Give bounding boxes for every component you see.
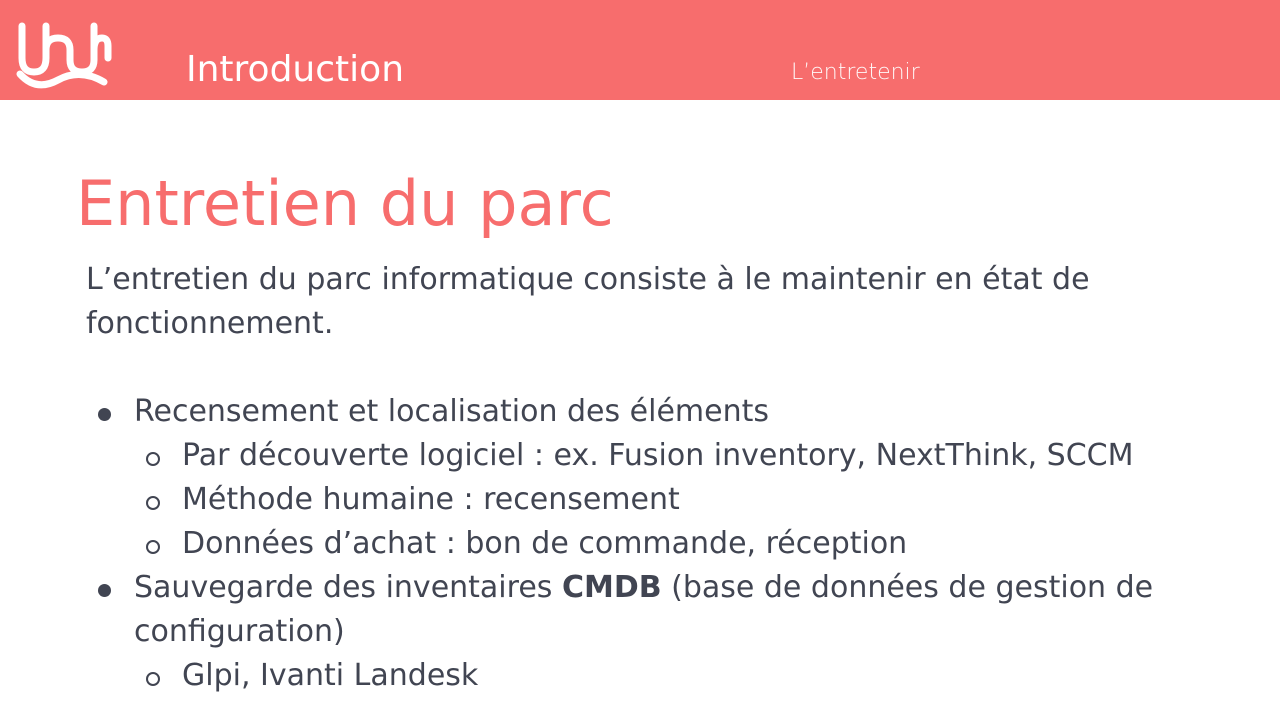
slide-header: Introduction L’entretenir — [0, 0, 1280, 100]
intro-paragraph: L’entretien du parc informatique consist… — [86, 262, 1090, 341]
sub-list-item: Glpi, Ivanti Landesk — [86, 654, 1206, 698]
list-item: Recensement et localisation des éléments — [86, 390, 1206, 434]
sub-list-item: Méthode humaine : recensement — [86, 478, 1206, 522]
sub-list-item: Données d’achat : bon de commande, récep… — [86, 522, 1206, 566]
slide-title: Entretien du parc — [76, 167, 614, 240]
list-item: Sauvegarde des inventaires CMDB (base de… — [86, 566, 1206, 654]
wave-logo-icon — [16, 22, 112, 89]
list-item-text: Sauvegarde des inventaires — [134, 570, 562, 605]
slide-body: L’entretien du parc informatique consist… — [86, 258, 1206, 698]
section-title: Introduction — [186, 49, 405, 90]
bullet-list: Recensement et localisation des éléments… — [86, 390, 1206, 698]
sub-list-item: Par découverte logiciel : ex. Fusion inv… — [86, 434, 1206, 478]
cmdb-keyword: CMDB — [561, 570, 662, 605]
section-subtitle: L’entretenir — [791, 60, 920, 85]
